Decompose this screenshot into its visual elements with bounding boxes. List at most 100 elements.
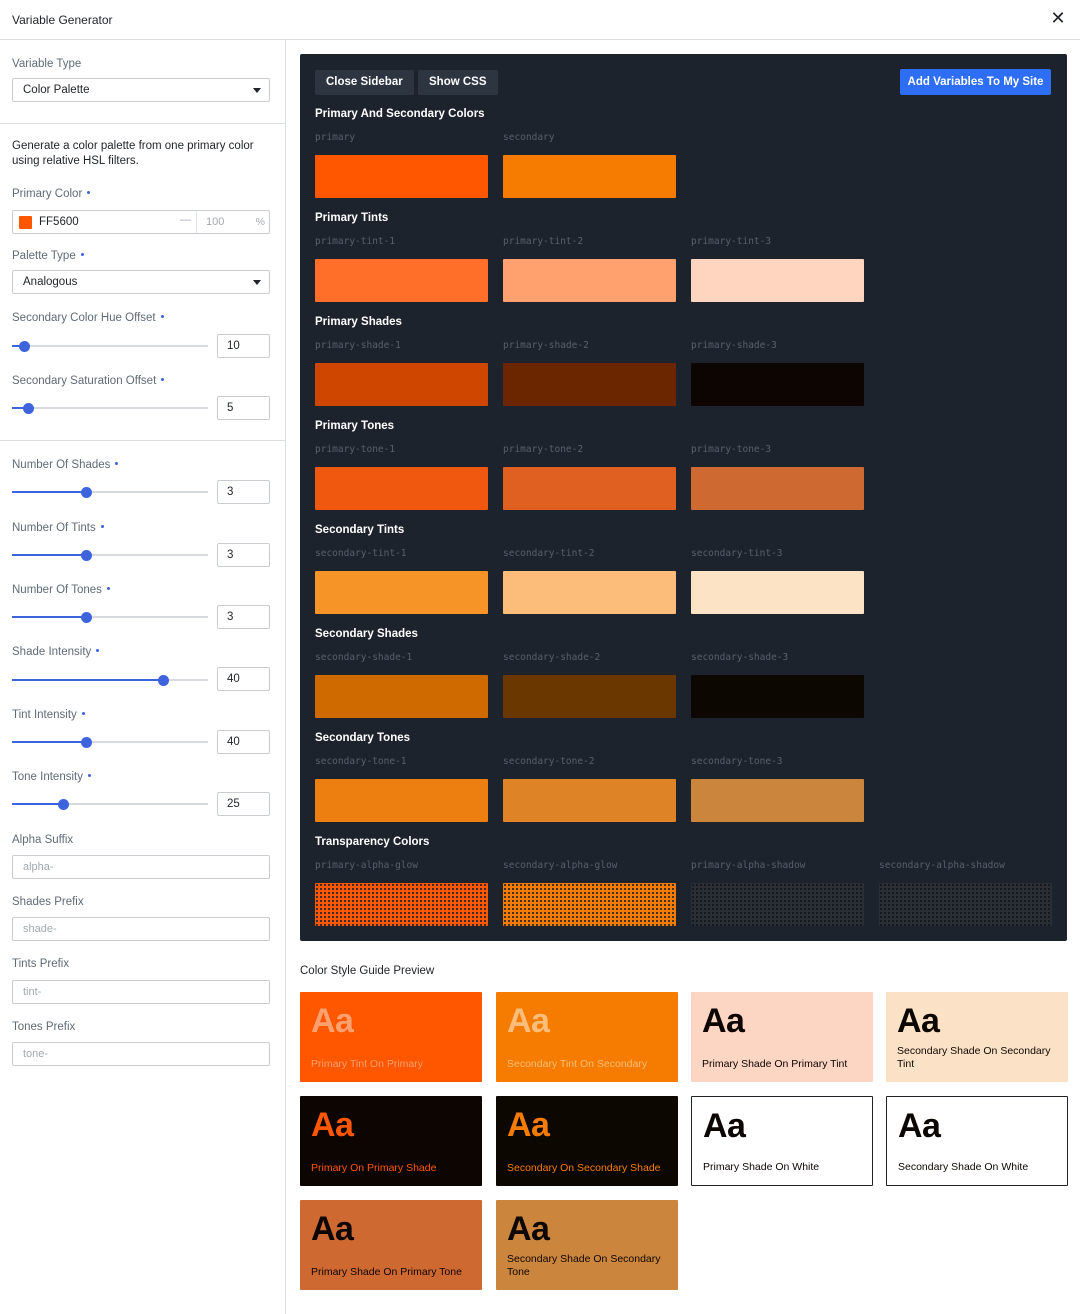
sample-text: Aa bbox=[897, 1002, 940, 1040]
slider-thumb[interactable] bbox=[57, 799, 69, 810]
card-caption: Secondary Shade On Secondary Tint bbox=[897, 1045, 1051, 1070]
color-swatch[interactable] bbox=[691, 259, 864, 302]
variable-type-select[interactable]: Color Palette bbox=[12, 78, 270, 102]
tones-prefix-input[interactable]: tone- bbox=[12, 1042, 270, 1066]
color-swatch[interactable] bbox=[503, 467, 676, 510]
number-of-tones-input[interactable]: 3 bbox=[217, 605, 270, 629]
color-swatch[interactable] bbox=[503, 259, 676, 302]
color-swatch[interactable] bbox=[315, 363, 488, 406]
color-swatch[interactable] bbox=[503, 883, 676, 926]
close-icon[interactable]: ✕ bbox=[1048, 8, 1068, 28]
tints-prefix-label: Tints Prefix bbox=[12, 958, 70, 970]
required-dot-icon bbox=[96, 649, 100, 653]
variable-name: primary-shade-1 bbox=[315, 340, 401, 351]
slider-thumb[interactable] bbox=[81, 550, 93, 561]
color-swatch[interactable] bbox=[691, 883, 864, 926]
alpha-input[interactable]: 100 % bbox=[196, 211, 269, 233]
tone-intensity-slider[interactable] bbox=[12, 799, 208, 810]
tone-intensity-input[interactable]: 25 bbox=[217, 792, 270, 816]
color-swatch[interactable] bbox=[503, 779, 676, 822]
color-swatch[interactable] bbox=[315, 883, 488, 926]
section-title: Primary Shades bbox=[315, 316, 402, 328]
shade-intensity-slider[interactable] bbox=[12, 675, 208, 686]
settings-sidebar: Variable Type Color Palette Generate a c… bbox=[0, 40, 286, 1314]
section-title: Secondary Shades bbox=[315, 628, 418, 640]
slider-fill bbox=[12, 616, 87, 618]
color-swatch[interactable] bbox=[879, 883, 1052, 926]
required-dot-icon bbox=[100, 525, 104, 529]
style-guide-card: Aa Primary Shade On White bbox=[691, 1096, 873, 1186]
slider-thumb[interactable] bbox=[157, 675, 169, 686]
required-dot-icon bbox=[160, 315, 164, 319]
primary-color-field[interactable]: FF5600 — 100 % bbox=[12, 210, 270, 234]
slider-thumb[interactable] bbox=[81, 487, 93, 498]
tints-prefix-input[interactable]: tint- bbox=[12, 980, 270, 1004]
color-swatch[interactable] bbox=[315, 779, 488, 822]
number-of-shades-input[interactable]: 3 bbox=[217, 480, 270, 504]
window-title: Variable Generator bbox=[12, 13, 113, 27]
hue-offset-input[interactable]: 10 bbox=[217, 334, 270, 358]
color-swatch[interactable] bbox=[691, 467, 864, 510]
color-swatch[interactable] bbox=[315, 675, 488, 718]
style-guide-card: Aa Secondary On Secondary Shade bbox=[496, 1096, 678, 1186]
card-caption: Secondary Shade On Secondary Tone bbox=[507, 1253, 661, 1278]
chevron-down-icon bbox=[253, 88, 261, 93]
hue-offset-slider[interactable] bbox=[12, 341, 208, 352]
card-caption: Primary Shade On Primary Tone bbox=[311, 1266, 462, 1278]
color-swatch[interactable] bbox=[503, 675, 676, 718]
slider-thumb[interactable] bbox=[81, 737, 93, 748]
primary-color-hex[interactable]: FF5600 bbox=[39, 216, 79, 228]
alpha-suffix-input[interactable]: alpha- bbox=[12, 855, 270, 879]
color-swatch[interactable] bbox=[503, 571, 676, 614]
number-of-tints-slider[interactable] bbox=[12, 550, 208, 561]
variable-name: primary-alpha-shadow bbox=[691, 860, 806, 871]
slider-thumb[interactable] bbox=[81, 612, 93, 623]
add-variables-button[interactable]: Add Variables To My Site bbox=[900, 69, 1051, 95]
sample-text: Aa bbox=[702, 1002, 745, 1040]
number-of-shades-slider[interactable] bbox=[12, 487, 208, 498]
color-swatch[interactable] bbox=[503, 155, 676, 198]
color-swatch[interactable] bbox=[691, 363, 864, 406]
shade-intensity-input[interactable]: 40 bbox=[217, 667, 270, 691]
tint-intensity-input[interactable]: 40 bbox=[217, 730, 270, 754]
color-swatch[interactable] bbox=[315, 155, 488, 198]
number-of-tones-slider[interactable] bbox=[12, 612, 208, 623]
primary-color-swatch[interactable] bbox=[19, 216, 32, 229]
color-swatch[interactable] bbox=[315, 571, 488, 614]
required-dot-icon bbox=[80, 253, 84, 257]
saturation-offset-label: Secondary Saturation Offset bbox=[12, 375, 165, 387]
percent-unit: % bbox=[255, 216, 265, 228]
section-title: Primary Tints bbox=[315, 212, 389, 224]
show-css-button[interactable]: Show CSS bbox=[418, 70, 498, 95]
sample-text: Aa bbox=[311, 1106, 354, 1144]
number-of-tints-input[interactable]: 3 bbox=[217, 543, 270, 567]
sample-text: Aa bbox=[898, 1107, 941, 1145]
tint-intensity-label: Tint Intensity bbox=[12, 709, 85, 721]
close-sidebar-button[interactable]: Close Sidebar bbox=[315, 70, 414, 95]
color-swatch[interactable] bbox=[691, 675, 864, 718]
slider-thumb[interactable] bbox=[22, 403, 34, 414]
style-guide-card: Aa Primary Shade On Primary Tone bbox=[300, 1200, 482, 1290]
color-swatch[interactable] bbox=[315, 467, 488, 510]
variable-type-value: Color Palette bbox=[23, 84, 90, 96]
slider-track bbox=[12, 345, 208, 347]
shades-prefix-input[interactable]: shade- bbox=[12, 917, 270, 941]
color-swatch[interactable] bbox=[691, 779, 864, 822]
color-swatch[interactable] bbox=[315, 259, 488, 302]
style-guide-card: Aa Secondary Shade On Secondary Tint bbox=[886, 992, 1068, 1082]
variable-name: primary-tint-1 bbox=[315, 236, 396, 247]
variable-name: secondary-shade-1 bbox=[315, 652, 413, 663]
color-swatch[interactable] bbox=[503, 363, 676, 406]
tint-intensity-slider[interactable] bbox=[12, 737, 208, 748]
slider-fill bbox=[12, 741, 87, 743]
saturation-offset-input[interactable]: 5 bbox=[217, 396, 270, 420]
color-swatch[interactable] bbox=[691, 571, 864, 614]
divider bbox=[0, 123, 285, 124]
saturation-offset-slider[interactable] bbox=[12, 403, 208, 414]
variable-name: secondary-alpha-glow bbox=[503, 860, 618, 871]
variable-name: primary-tint-3 bbox=[691, 236, 772, 247]
slider-fill bbox=[12, 554, 87, 556]
slider-thumb[interactable] bbox=[18, 341, 30, 352]
alpha-suffix-label: Alpha Suffix bbox=[12, 834, 74, 846]
palette-type-select[interactable]: Analogous bbox=[12, 270, 270, 294]
